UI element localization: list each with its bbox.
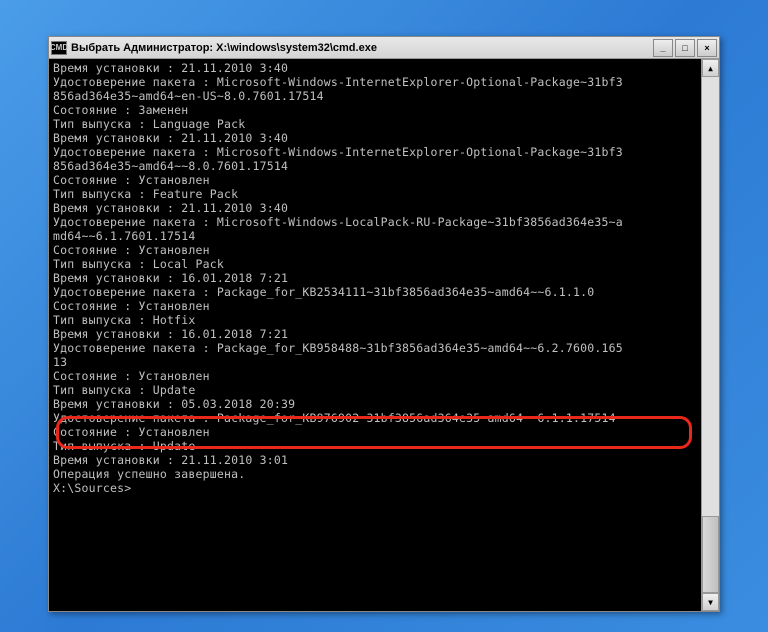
minimize-button[interactable]: _: [653, 39, 673, 57]
terminal-line: Тип выпуска : Feature Pack: [53, 187, 697, 201]
terminal-line: Время установки : 21.11.2010 3:40: [53, 201, 697, 215]
terminal-line: Время установки : 21.11.2010 3:01: [53, 453, 697, 467]
terminal-line: 13: [53, 355, 697, 369]
terminal-line: Время установки : 16.01.2018 7:21: [53, 271, 697, 285]
terminal-line: 856ad364e35~amd64~en-US~8.0.7601.17514: [53, 89, 697, 103]
terminal-line: Время установки : 16.01.2018 7:21: [53, 327, 697, 341]
window-title: Выбрать Администратор: X:\windows\system…: [71, 42, 653, 54]
titlebar[interactable]: CMD Выбрать Администратор: X:\windows\sy…: [49, 37, 719, 59]
terminal-line: Удостоверение пакета : Package_for_KB958…: [53, 341, 697, 355]
scroll-track[interactable]: [702, 77, 719, 593]
terminal-line: Операция успешно завершена.: [53, 467, 697, 481]
terminal-line: Состояние : Установлен: [53, 369, 697, 383]
cmd-window: CMD Выбрать Администратор: X:\windows\sy…: [48, 36, 720, 612]
scrollbar[interactable]: ▲ ▼: [701, 59, 719, 611]
scroll-up-button[interactable]: ▲: [702, 59, 719, 77]
terminal-line: X:\Sources>: [53, 481, 697, 495]
terminal-line: Тип выпуска : Update: [53, 383, 697, 397]
terminal-line: Состояние : Установлен: [53, 243, 697, 257]
cmd-icon: CMD: [51, 41, 67, 55]
terminal-output[interactable]: Время установки : 21.11.2010 3:40Удостов…: [49, 59, 701, 611]
terminal-line: Время установки : 05.03.2018 20:39: [53, 397, 697, 411]
terminal-line: Удостоверение пакета : Microsoft-Windows…: [53, 75, 697, 89]
terminal-line: Состояние : Установлен: [53, 425, 697, 439]
terminal-line: Удостоверение пакета : Package_for_KB976…: [53, 411, 697, 425]
terminal-line: Тип выпуска : Hotfix: [53, 313, 697, 327]
terminal-line: Время установки : 21.11.2010 3:40: [53, 61, 697, 75]
terminal-area: Время установки : 21.11.2010 3:40Удостов…: [49, 59, 719, 611]
terminal-line: Состояние : Заменен: [53, 103, 697, 117]
terminal-line: Удостоверение пакета : Package_for_KB253…: [53, 285, 697, 299]
close-button[interactable]: ×: [697, 39, 717, 57]
maximize-button[interactable]: □: [675, 39, 695, 57]
terminal-line: Тип выпуска : Language Pack: [53, 117, 697, 131]
terminal-line: 856ad364e35~amd64~~8.0.7601.17514: [53, 159, 697, 173]
terminal-line: Тип выпуска : Update: [53, 439, 697, 453]
terminal-line: Удостоверение пакета : Microsoft-Windows…: [53, 215, 697, 229]
scroll-down-button[interactable]: ▼: [702, 593, 719, 611]
terminal-line: Состояние : Установлен: [53, 173, 697, 187]
terminal-line: Удостоверение пакета : Microsoft-Windows…: [53, 145, 697, 159]
scroll-thumb[interactable]: [702, 516, 719, 593]
terminal-line: Время установки : 21.11.2010 3:40: [53, 131, 697, 145]
terminal-line: md64~~6.1.7601.17514: [53, 229, 697, 243]
terminal-line: Состояние : Установлен: [53, 299, 697, 313]
window-controls: _ □ ×: [653, 39, 717, 57]
terminal-line: Тип выпуска : Local Pack: [53, 257, 697, 271]
